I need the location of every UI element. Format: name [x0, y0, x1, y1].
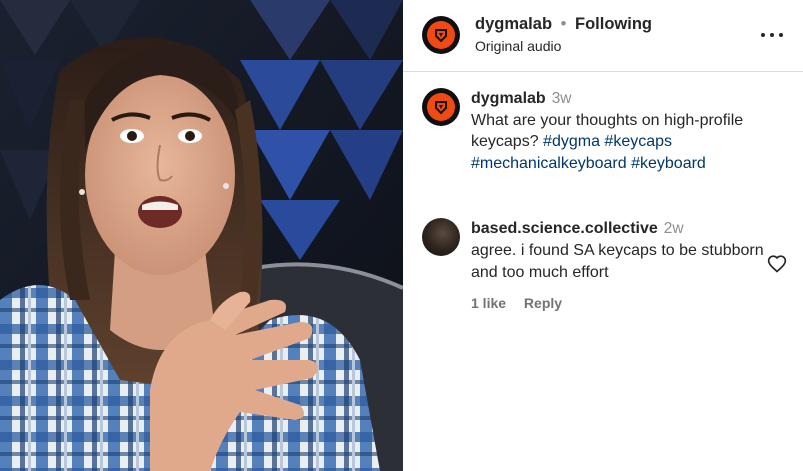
- author-avatar[interactable]: [422, 16, 460, 54]
- caption-timestamp[interactable]: 3w: [552, 90, 572, 107]
- commenter-avatar[interactable]: [422, 218, 460, 256]
- dygma-logo-icon: [427, 93, 455, 121]
- post-header: dygmalab • Following Original audio: [403, 0, 803, 72]
- caption-text-block: dygmalab 3w What are your thoughts on hig…: [471, 88, 791, 174]
- author-username[interactable]: dygmalab: [475, 15, 552, 33]
- post-detail-panel: dygmalab • Following Original audio dygm…: [403, 0, 803, 471]
- hashtag-link[interactable]: #keyboard: [631, 155, 706, 172]
- reply-button[interactable]: Reply: [524, 295, 562, 311]
- comment-text-block: based.science.collective 2w agree. i foun…: [471, 218, 771, 284]
- post-video[interactable]: [0, 0, 403, 471]
- heart-outline-icon[interactable]: [767, 254, 787, 274]
- video-frame: [0, 0, 403, 471]
- header-user-line: dygmalab • Following: [475, 15, 652, 34]
- hashtag-link[interactable]: #keycaps: [604, 133, 672, 150]
- more-options-icon[interactable]: [761, 26, 783, 44]
- caption-username[interactable]: dygmalab: [471, 90, 546, 107]
- comment-timestamp[interactable]: 2w: [664, 220, 684, 237]
- hashtag-link[interactable]: #dygma: [543, 133, 600, 150]
- audio-link[interactable]: Original audio: [475, 38, 561, 54]
- following-button[interactable]: Following: [575, 15, 652, 33]
- comment-actions: 1 like Reply: [471, 295, 576, 311]
- comment-likes-count[interactable]: 1 like: [471, 295, 506, 311]
- commenter-username[interactable]: based.science.collective: [471, 220, 658, 237]
- caption-author-avatar[interactable]: [422, 88, 460, 126]
- hashtag-link[interactable]: #mechanicalkeyboard: [471, 155, 627, 172]
- comment-text: agree. i found SA keycaps to be stubborn…: [471, 242, 764, 281]
- dygma-logo-icon: [427, 21, 455, 49]
- separator-dot: •: [560, 15, 567, 33]
